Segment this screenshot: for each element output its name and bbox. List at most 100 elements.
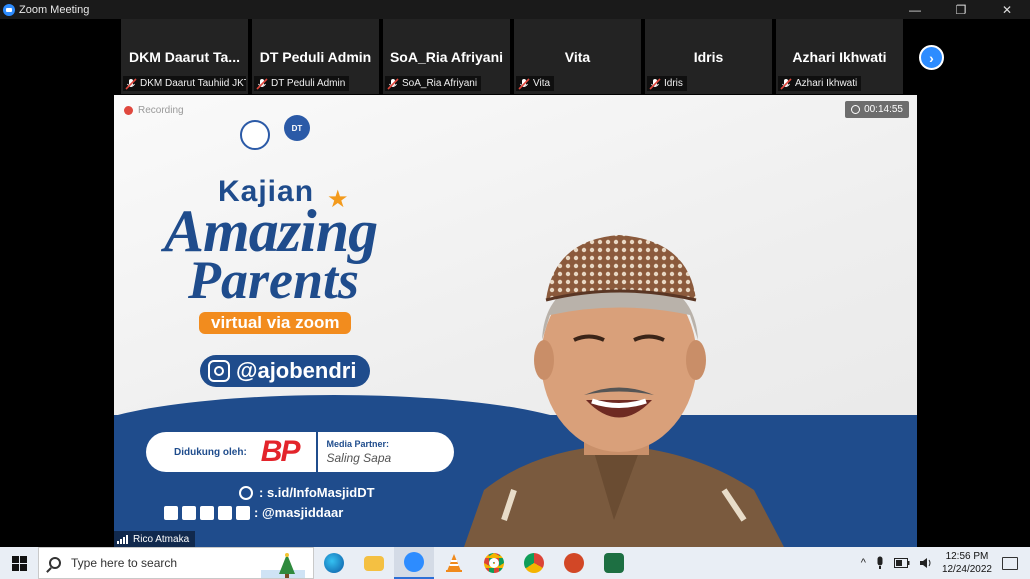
media-partner-label: Media Partner: xyxy=(326,439,389,449)
taskbar-excel[interactable] xyxy=(594,547,634,579)
sponsor-box: Didukung oleh: BP Media Partner: Saling … xyxy=(146,432,454,472)
participant-label-text: Idris xyxy=(664,78,683,89)
timer-value: 00:14:55 xyxy=(864,104,903,115)
zoom-icon xyxy=(404,552,424,572)
slide-parents: Parents xyxy=(188,250,360,310)
mic-muted-icon xyxy=(125,77,137,90)
taskbar-vlc[interactable] xyxy=(434,547,474,579)
minimize-button[interactable]: — xyxy=(892,0,938,19)
restore-button[interactable]: ❐ xyxy=(938,0,984,19)
vlc-cone-icon xyxy=(446,554,462,572)
participant-name: DKM Daarut Ta... xyxy=(129,49,240,65)
windows-taskbar: Type here to search ^ 12:56 PM 12/24/202… xyxy=(0,547,1030,579)
participant-name: Vita xyxy=(564,49,591,65)
slide-social-row: : @masjiddaar xyxy=(164,505,343,520)
recording-indicator: Recording xyxy=(124,105,184,116)
windows-logo-icon xyxy=(11,555,27,571)
chrome-icon xyxy=(524,553,544,573)
system-tray: ^ 12:56 PM 12/24/2022 xyxy=(861,547,1030,579)
speaker-name: Rico Atmaka xyxy=(133,533,190,545)
facebook-icon xyxy=(218,505,232,520)
window-controls: — ❐ ✕ xyxy=(892,0,1030,19)
next-page-button[interactable]: › xyxy=(919,45,944,70)
globe-icon xyxy=(239,485,253,500)
powerpoint-icon xyxy=(564,553,584,573)
taskbar-chrome-2[interactable] xyxy=(514,547,554,579)
participant-label-text: Vita xyxy=(533,78,551,89)
supported-by-label: Didukung oleh: xyxy=(174,446,247,458)
recording-dot-icon xyxy=(124,106,133,115)
participant-label: Azhari Ikhwati xyxy=(778,76,862,91)
active-speaker-video[interactable]: Recording 00:14:55 DT Kajian ★ Amazing P… xyxy=(114,95,917,547)
start-button[interactable] xyxy=(0,547,38,579)
notifications-icon[interactable] xyxy=(1002,556,1018,570)
participant-tile[interactable]: Idris Idris xyxy=(645,19,772,94)
participant-name: Azhari Ikhwati xyxy=(792,49,887,65)
edge-icon xyxy=(324,553,344,573)
tiktok-icon xyxy=(182,505,196,520)
participant-label: DT Peduli Admin xyxy=(254,76,350,91)
speaker-figure xyxy=(464,235,784,547)
window-titlebar: Zoom Meeting — ❐ ✕ xyxy=(0,0,1030,19)
search-icon xyxy=(49,557,61,569)
participant-tile[interactable]: DKM Daarut Ta... DKM Daarut Tauhiid JKT xyxy=(121,19,248,94)
participant-label-text: Azhari Ikhwati xyxy=(795,78,858,89)
mic-muted-icon xyxy=(518,77,530,90)
dt-logo-subtext xyxy=(275,142,319,152)
recording-label: Recording xyxy=(138,105,184,116)
clock-date: 12/24/2022 xyxy=(941,564,992,575)
participant-gallery: DKM Daarut Ta... DKM Daarut Tauhiid JKT … xyxy=(0,19,1030,95)
participant-label-text: SoA_Ria Afriyani xyxy=(402,78,478,89)
mosque-logo xyxy=(240,120,270,150)
participant-name: SoA_Ria Afriyani xyxy=(389,49,504,65)
taskbar-clock[interactable]: 12:56 PM 12/24/2022 xyxy=(942,550,992,576)
taskbar-chrome-1[interactable] xyxy=(474,547,514,579)
participant-name: DT Peduli Admin xyxy=(259,49,372,65)
microphone-icon[interactable] xyxy=(875,556,885,570)
meeting-timer: 00:14:55 xyxy=(845,101,909,118)
excel-icon xyxy=(604,553,624,573)
taskbar-powerpoint[interactable] xyxy=(554,547,594,579)
bp-logo: BP xyxy=(260,435,301,468)
chrome-icon xyxy=(484,553,504,573)
christmas-tree-icon xyxy=(261,553,305,578)
participant-tile[interactable]: Vita Vita xyxy=(514,19,641,94)
slide-virtual-badge: virtual via zoom xyxy=(199,312,352,334)
handle-text: @ajobendri xyxy=(236,358,357,383)
slide-link: : s.id/InfoMasjidDT xyxy=(259,485,375,500)
tray-caret-icon[interactable]: ^ xyxy=(861,557,866,569)
battery-icon[interactable] xyxy=(893,558,910,568)
participant-label: SoA_Ria Afriyani xyxy=(385,76,482,91)
mic-muted-icon xyxy=(780,77,792,90)
saling-sapa-logo: Saling Sapa xyxy=(326,451,392,465)
participant-tile[interactable]: Azhari Ikhwati Azhari Ikhwati xyxy=(776,19,903,94)
zoom-app-icon xyxy=(3,3,15,16)
clock-icon xyxy=(851,105,861,114)
mic-muted-icon xyxy=(387,77,399,90)
mic-muted-icon xyxy=(649,77,661,90)
volume-icon[interactable] xyxy=(919,557,933,569)
signal-strength-icon xyxy=(117,534,129,544)
speaker-name-tag: Rico Atmaka xyxy=(114,531,196,547)
participant-label: Idris xyxy=(647,76,687,91)
participant-label: DKM Daarut Tauhiid JKT xyxy=(123,76,246,91)
participant-name: Idris xyxy=(693,49,724,65)
participant-tile[interactable]: SoA_Ria Afriyani SoA_Ria Afriyani xyxy=(383,19,510,94)
participant-tile[interactable]: DT Peduli Admin DT Peduli Admin xyxy=(252,19,379,94)
taskbar-task-view[interactable] xyxy=(314,547,354,579)
search-placeholder: Type here to search xyxy=(71,556,178,570)
folder-icon xyxy=(364,555,384,571)
telegram-icon xyxy=(164,505,178,520)
taskbar-file-explorer[interactable] xyxy=(354,547,394,579)
window-title: Zoom Meeting xyxy=(19,3,90,16)
instagram-icon xyxy=(208,360,230,382)
youtube-icon xyxy=(200,505,214,520)
slide-link-row: : s.id/InfoMasjidDT xyxy=(239,485,375,500)
slide-instagram-handle: @ajobendri xyxy=(200,355,371,387)
mic-muted-icon xyxy=(256,77,268,90)
taskbar-zoom[interactable] xyxy=(394,547,434,579)
media-partner-box: Media Partner: Saling Sapa xyxy=(316,432,391,472)
instagram-icon xyxy=(236,505,250,520)
close-button[interactable]: ✕ xyxy=(984,0,1030,19)
taskbar-search[interactable]: Type here to search xyxy=(38,547,314,579)
